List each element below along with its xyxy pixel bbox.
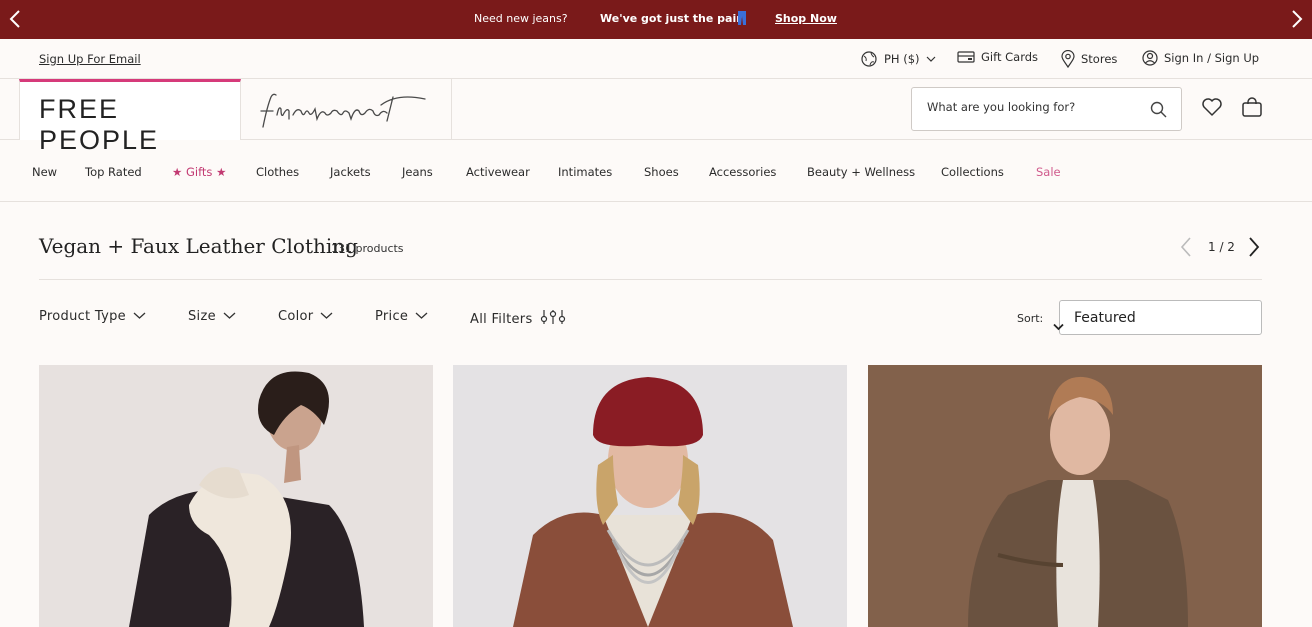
nav-new[interactable]: New	[32, 165, 57, 179]
search-box	[911, 87, 1182, 131]
free-people-tab[interactable]: FREE PEOPLE	[19, 79, 241, 155]
user-icon	[1142, 50, 1158, 66]
nav-collections[interactable]: Collections	[941, 165, 1004, 179]
promo-next-icon[interactable]	[1286, 9, 1306, 29]
filter-all-label: All Filters	[470, 311, 533, 327]
product-card-2[interactable]	[453, 365, 847, 627]
chevron-down-icon	[133, 309, 146, 324]
promo-message: Need new jeans?	[474, 12, 568, 25]
promo-shop-now-link[interactable]: Shop Now	[775, 12, 837, 25]
promo-highlight: We've got just the pair	[600, 12, 742, 25]
region-selector[interactable]: PH ($)	[860, 50, 936, 68]
main-nav: New Top Rated ★ Gifts ★ Clothes Jackets …	[0, 140, 1312, 202]
nav-clothes[interactable]: Clothes	[256, 165, 299, 179]
nav-accessories[interactable]: Accessories	[709, 165, 776, 179]
filter-color-label: Color	[278, 309, 314, 324]
nav-jeans[interactable]: Jeans	[402, 165, 433, 179]
gift-card-icon	[957, 50, 975, 64]
search-icon[interactable]	[1150, 101, 1167, 122]
divider	[39, 279, 1262, 280]
sort-select[interactable]: Featured	[1053, 300, 1262, 335]
utility-bar: Sign Up For Email PH ($) Gift Cards Stor…	[0, 39, 1312, 79]
product-card-1[interactable]	[39, 365, 433, 627]
nav-top-rated[interactable]: Top Rated	[85, 165, 142, 179]
nav-sale[interactable]: Sale	[1036, 165, 1061, 179]
search-input[interactable]	[927, 100, 1147, 114]
shopping-bag-icon[interactable]	[1241, 96, 1263, 122]
filter-price-label: Price	[375, 309, 409, 324]
sort-value: Featured	[1074, 310, 1136, 326]
promo-bar: Need new jeans? We've got just the pair …	[0, 0, 1312, 39]
page-title: Vegan + Faux Leather Clothing	[39, 234, 358, 258]
chevron-down-icon	[223, 309, 236, 324]
product-image-suede-jacket	[453, 365, 847, 627]
globe-icon	[860, 50, 878, 68]
nav-activewear[interactable]: Activewear	[466, 165, 530, 179]
email-signup-link[interactable]: Sign Up For Email	[39, 52, 141, 66]
filter-size[interactable]: Size	[188, 309, 236, 324]
sort-label: Sort:	[1017, 312, 1044, 325]
region-label: PH ($)	[884, 52, 920, 66]
filter-product-type-label: Product Type	[39, 309, 126, 324]
chevron-down-icon	[320, 309, 333, 324]
fp-movement-tab[interactable]	[241, 79, 452, 140]
jeans-icon	[737, 11, 747, 25]
location-pin-icon	[1061, 50, 1075, 68]
sign-in-link[interactable]: Sign In / Sign Up	[1142, 50, 1259, 66]
filter-price[interactable]: Price	[375, 309, 428, 324]
gift-cards-label: Gift Cards	[981, 50, 1039, 64]
nav-shoes[interactable]: Shoes	[644, 165, 679, 179]
product-count: 131 products	[331, 242, 404, 255]
stores-label: Stores	[1081, 52, 1118, 66]
page-indicator: 1 / 2	[1208, 240, 1235, 254]
filter-size-label: Size	[188, 309, 216, 324]
filter-all[interactable]: All Filters	[470, 309, 566, 329]
chevron-down-icon	[926, 55, 936, 63]
nav-gifts[interactable]: ★ Gifts ★	[172, 165, 226, 179]
product-image-brown-jacket	[868, 365, 1262, 627]
page-next-icon[interactable]	[1246, 236, 1262, 262]
nav-beauty-wellness[interactable]: Beauty + Wellness	[807, 165, 915, 179]
chevron-down-icon	[415, 309, 428, 324]
wishlist-heart-icon[interactable]	[1201, 97, 1223, 121]
product-image-shearling-jacket	[39, 365, 433, 627]
promo-prev-icon[interactable]	[6, 9, 26, 29]
page-prev-icon[interactable]	[1178, 236, 1194, 262]
gift-cards-link[interactable]: Gift Cards	[957, 50, 1038, 64]
filter-color[interactable]: Color	[278, 309, 333, 324]
nav-jackets[interactable]: Jackets	[330, 165, 371, 179]
product-card-3[interactable]	[868, 365, 1262, 627]
nav-intimates[interactable]: Intimates	[558, 165, 612, 179]
brand-bar: FREE PEOPLE	[0, 79, 1312, 155]
sign-in-label: Sign In / Sign Up	[1164, 51, 1260, 65]
sliders-icon	[540, 309, 566, 329]
filter-product-type[interactable]: Product Type	[39, 309, 146, 324]
stores-link[interactable]: Stores	[1061, 50, 1117, 68]
